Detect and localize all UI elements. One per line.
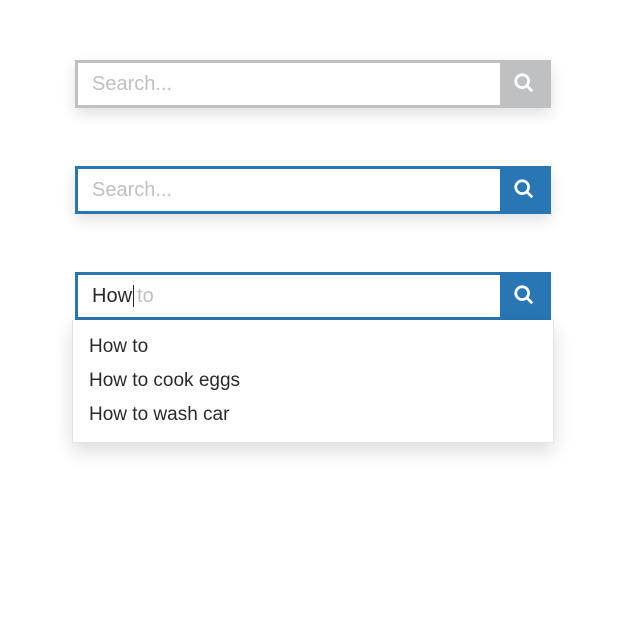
autocomplete-dropdown: How to How to cook eggs How to wash car — [72, 320, 554, 443]
search-bar-gray — [75, 60, 551, 108]
search-button-autocomplete[interactable] — [500, 275, 548, 317]
search-input-gray[interactable] — [78, 63, 500, 105]
dropdown-item[interactable]: How to wash car — [73, 398, 553, 432]
search-button-gray[interactable] — [500, 63, 548, 105]
search-input-autocomplete[interactable] — [78, 275, 500, 317]
search-input-wrapper: How to — [78, 275, 500, 317]
search-icon — [513, 72, 535, 97]
search-button-blue[interactable] — [500, 169, 548, 211]
dropdown-item[interactable]: How to — [73, 330, 553, 364]
search-input-blue[interactable] — [78, 169, 500, 211]
search-icon — [513, 284, 535, 309]
search-icon — [513, 178, 535, 203]
search-bar-autocomplete: How to How to How to cook eggs How to wa… — [75, 272, 551, 320]
dropdown-item[interactable]: How to cook eggs — [73, 364, 553, 398]
search-bar-blue — [75, 166, 551, 214]
